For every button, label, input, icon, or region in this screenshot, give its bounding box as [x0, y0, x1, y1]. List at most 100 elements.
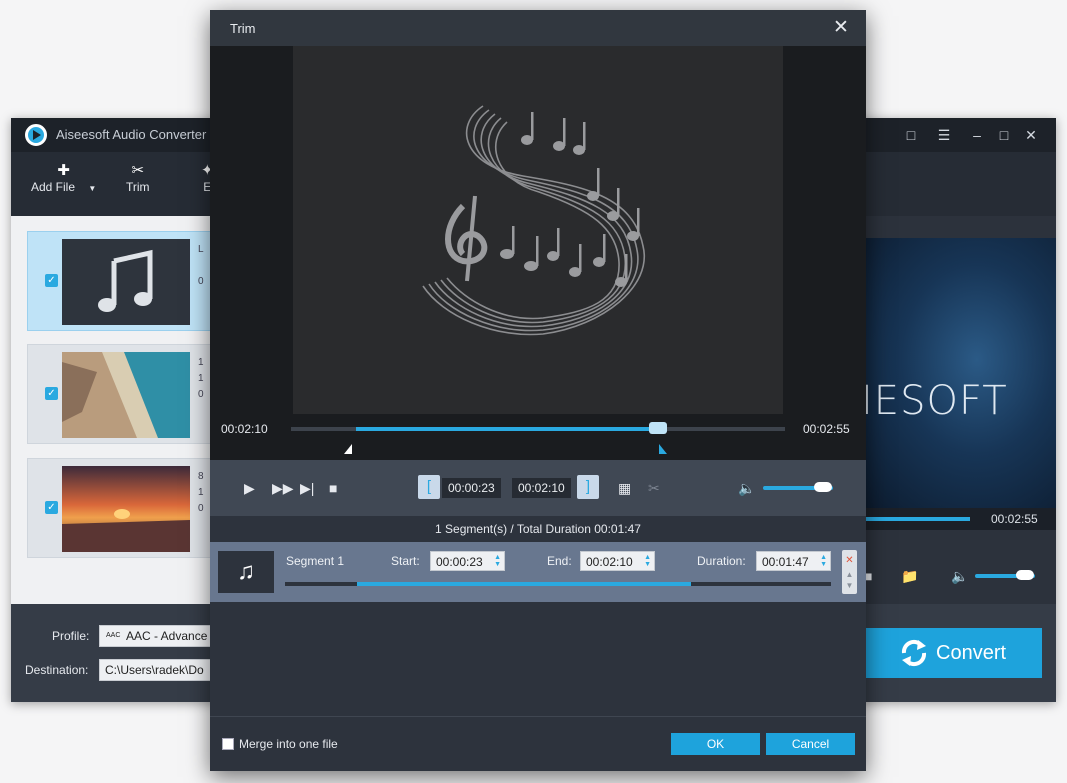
music-note-icon: [98, 249, 153, 312]
play-icon[interactable]: ▶: [244, 479, 255, 497]
add-file-label: Add File: [31, 180, 76, 194]
duration-label: Duration:: [697, 554, 746, 568]
file-item[interactable]: ✓ L 0: [27, 231, 217, 331]
profile-label: Profile:: [52, 629, 90, 643]
aac-icon: AAC: [106, 632, 121, 639]
file-checkbox[interactable]: ✓: [45, 501, 58, 514]
move-up-icon[interactable]: ▲: [842, 569, 857, 580]
sunset-image: [62, 466, 190, 552]
spinner-icon[interactable]: ▲ ▼: [644, 554, 651, 568]
end-label: End:: [547, 554, 572, 568]
fast-forward-icon[interactable]: ▶▶: [272, 479, 294, 497]
segment-end-value: 00:02:10: [586, 555, 633, 569]
trim-label: Trim: [126, 180, 150, 194]
music-notes-artwork: [422, 105, 646, 336]
trim-button[interactable]: ✂ Trim: [126, 162, 150, 194]
split-icon[interactable]: ✂: [648, 479, 660, 497]
maximize-icon[interactable]: □: [993, 124, 1015, 146]
file-item[interactable]: ✓ 8 1 0: [27, 458, 217, 558]
file-list: ✓ L 0 ✓ 1 1 0 ✓ 8 1 0: [11, 216, 217, 604]
preview-progress-fill: [864, 517, 970, 521]
trim-title: Trim: [230, 21, 256, 36]
segment-summary: 1 Segment(s) / Total Duration 00:01:47: [210, 516, 866, 542]
file-item[interactable]: ✓ 1 1 0: [27, 344, 217, 444]
menu-icon[interactable]: ☰: [933, 124, 955, 146]
close-icon[interactable]: ✕: [831, 18, 851, 38]
spinner-icon[interactable]: ▲ ▼: [820, 554, 827, 568]
convert-button[interactable]: Convert: [866, 628, 1042, 678]
segment-list-empty-area: [210, 602, 866, 716]
set-start-button[interactable]: [: [418, 475, 440, 499]
app-logo-icon: [25, 124, 47, 146]
close-icon[interactable]: ✕: [1020, 124, 1042, 146]
add-file-button[interactable]: ✚ Add File ▼: [31, 162, 96, 194]
feedback-icon[interactable]: □: [900, 124, 922, 146]
seek-slider[interactable]: [291, 422, 785, 434]
folder-icon[interactable]: 📁: [901, 567, 918, 585]
segment-start-input[interactable]: 00:00:23 ▲ ▼: [430, 551, 505, 571]
file-checkbox[interactable]: ✓: [45, 387, 58, 400]
scissors-icon: ✂: [131, 162, 145, 179]
seek-selection: [356, 427, 658, 431]
add-segment-icon[interactable]: ▦: [618, 479, 631, 497]
segment-start-value: 00:00:23: [436, 555, 483, 569]
convert-icon: [901, 639, 927, 667]
segment-actions: ✕ ▲ ▼: [842, 550, 857, 594]
segment-end-input[interactable]: 00:02:10 ▲ ▼: [580, 551, 655, 571]
beach-thumbnail: [62, 352, 190, 438]
merge-checkbox[interactable]: [222, 738, 234, 750]
segment-bar: [285, 582, 831, 586]
remove-icon[interactable]: ✕: [842, 555, 857, 566]
preview-pane: IESOFT: [858, 238, 1056, 508]
preview-time: 00:02:55: [991, 512, 1038, 526]
start-label: Start:: [391, 554, 420, 568]
trim-footer: Merge into one file OK Cancel: [210, 716, 866, 771]
preview-progress-bar[interactable]: 00:02:55: [858, 508, 1056, 530]
volume-icon[interactable]: 🔈: [738, 479, 755, 497]
start-time-field[interactable]: 00:00:23: [442, 478, 501, 498]
brand-text: IESOFT: [861, 378, 1008, 424]
volume-icon[interactable]: 🔈: [951, 567, 968, 585]
profile-select[interactable]: AAC AAC - Advance: [99, 625, 211, 647]
ok-button[interactable]: OK: [671, 733, 760, 755]
segment-name: Segment 1: [286, 554, 345, 568]
profile-value: AAC - Advance: [126, 629, 208, 643]
sunset-thumbnail: [62, 466, 190, 552]
add-file-icon: ✚: [57, 162, 70, 179]
file-checkbox[interactable]: ✓: [45, 274, 58, 287]
music-note-icon: ♫: [218, 551, 274, 593]
add-file-dropdown-icon[interactable]: ▼: [88, 184, 96, 193]
segment-row[interactable]: ♫ Segment 1 Start: 00:00:23 ▲ ▼ End: 00:0…: [210, 542, 866, 602]
move-down-icon[interactable]: ▼: [842, 580, 857, 591]
minimize-icon[interactable]: –: [966, 124, 988, 146]
beach-image: [62, 352, 190, 438]
seek-area: 00:02:10 00:02:55: [210, 414, 866, 460]
trim-controls-bar: ▶ ▶▶ ▶| ■ [ 00:00:23 00:02:10 ] ▦ ✂ 🔈: [210, 460, 866, 516]
seek-handle[interactable]: [649, 422, 667, 434]
stop-icon[interactable]: ■: [329, 479, 337, 497]
current-time: 00:02:10: [221, 422, 268, 436]
volume-knob[interactable]: [813, 482, 832, 492]
segment-bar-fill: [357, 582, 691, 586]
destination-label: Destination:: [25, 663, 89, 677]
start-marker-icon[interactable]: [344, 444, 352, 454]
preview-controls: ■ 📁 🔈: [858, 550, 1056, 604]
end-time-field[interactable]: 00:02:10: [512, 478, 571, 498]
spinner-icon[interactable]: ▲ ▼: [494, 554, 501, 568]
screen: Aiseesoft Audio Converter □ ☰ – □ ✕ ✚ Ad…: [0, 0, 1067, 783]
set-end-button[interactable]: ]: [577, 475, 599, 499]
next-frame-icon[interactable]: ▶|: [300, 479, 314, 497]
segment-duration-value: 00:01:47: [762, 555, 809, 569]
video-frame: [293, 46, 783, 414]
total-time: 00:02:55: [803, 422, 850, 436]
end-marker-icon[interactable]: [659, 444, 667, 454]
audio-thumbnail: [62, 239, 190, 325]
merge-label: Merge into one file: [239, 737, 338, 751]
video-area: [210, 46, 866, 414]
segment-duration-input[interactable]: 00:01:47 ▲ ▼: [756, 551, 831, 571]
convert-label: Convert: [936, 642, 1007, 664]
volume-knob[interactable]: [1016, 570, 1034, 580]
destination-field[interactable]: C:\Users\radek\Do: [99, 659, 211, 681]
cancel-button[interactable]: Cancel: [766, 733, 855, 755]
trim-titlebar: Trim ✕: [210, 10, 866, 46]
